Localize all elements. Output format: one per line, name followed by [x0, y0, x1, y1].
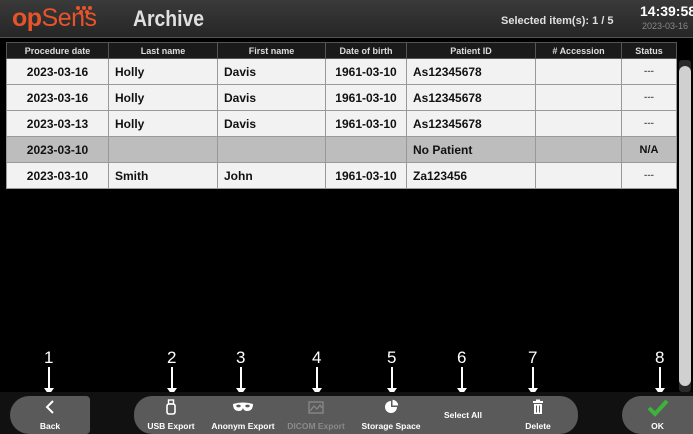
usb-export-button[interactable]: USB Export [134, 396, 208, 434]
page-title: Archive [133, 6, 205, 31]
cell-procedure-date: 2023-03-10 [6, 136, 109, 163]
callout-arrow-1 [44, 367, 54, 395]
cell-accession [535, 58, 622, 85]
cell-date-of-birth: 1961-03-10 [325, 162, 407, 189]
back-button[interactable]: Back [10, 396, 90, 434]
checkmark-icon [622, 399, 693, 422]
cell-procedure-date: 2023-03-10 [6, 162, 109, 189]
callout-arrow-7 [528, 367, 538, 395]
cell-procedure-date: 2023-03-16 [6, 58, 109, 85]
selected-count: Selected item(s): 1 / 5 [501, 15, 614, 27]
usb-icon [134, 399, 208, 420]
dicom-icon [278, 399, 354, 420]
clock-time: 14:39:58 [640, 3, 693, 19]
ok-label: OK [651, 421, 664, 431]
cell-patient-id: No Patient [406, 136, 536, 163]
column-header-accession[interactable]: # Accession [535, 42, 622, 59]
cell-accession [535, 110, 622, 137]
column-header-status[interactable]: Status [621, 42, 677, 59]
scrollbar-thumb[interactable] [679, 66, 691, 386]
dicom-export-button[interactable]: DICOM Export [278, 396, 354, 434]
anonym-export-label: Anonym Export [211, 421, 275, 431]
column-header-procedure-date[interactable]: Procedure date [6, 42, 109, 59]
column-header-last-name[interactable]: Last name [108, 42, 218, 59]
cell-last-name [108, 136, 218, 163]
callout-number-6: 6 [457, 348, 467, 367]
table-header-row: Procedure date Last name First name Date… [6, 42, 677, 59]
callout-number-5: 5 [387, 348, 397, 367]
table-row[interactable]: 2023-03-16 Holly Davis 1961-03-10 As1234… [6, 58, 677, 85]
cell-procedure-date: 2023-03-13 [6, 110, 109, 137]
cell-status: --- [621, 84, 677, 111]
cell-last-name: Holly [108, 110, 218, 137]
column-header-patient-id[interactable]: Patient ID [406, 42, 536, 59]
delete-button[interactable]: Delete [498, 396, 578, 434]
cell-first-name: Davis [217, 110, 326, 137]
callout-arrow-2 [167, 367, 177, 395]
mask-icon [208, 399, 278, 420]
table-row[interactable]: 2023-03-13 Holly Davis 1961-03-10 As1234… [6, 110, 677, 137]
logo-dots-icon [74, 6, 94, 14]
storage-space-label: Storage Space [361, 421, 421, 431]
cell-date-of-birth: 1961-03-10 [325, 84, 407, 111]
cell-accession [535, 136, 622, 163]
cell-date-of-birth: 1961-03-10 [325, 110, 407, 137]
callout-number-7: 7 [528, 348, 538, 367]
callout-number-4: 4 [312, 348, 322, 367]
cell-accession [535, 162, 622, 189]
cell-last-name: Smith [108, 162, 218, 189]
cell-status: N/A [621, 136, 677, 163]
callout-arrow-8 [655, 367, 665, 395]
column-header-first-name[interactable]: First name [217, 42, 326, 59]
table-row[interactable]: 2023-03-16 Holly Davis 1961-03-10 As1234… [6, 84, 677, 111]
select-all-button[interactable]: Select All [428, 396, 498, 434]
cell-status: --- [621, 110, 677, 137]
cell-date-of-birth [325, 136, 407, 163]
clock-date: 2023-03-16 [642, 21, 689, 31]
ok-button[interactable]: OK [622, 396, 693, 434]
callout-number-8: 8 [655, 348, 665, 367]
cell-accession [535, 84, 622, 111]
cell-patient-id: Za123456 [406, 162, 536, 189]
cell-status: --- [621, 162, 677, 189]
trash-icon [498, 399, 578, 420]
dicom-export-label: DICOM Export [287, 421, 345, 431]
callout-number-1: 1 [44, 348, 54, 367]
cell-first-name: Davis [217, 58, 326, 85]
pie-chart-icon [354, 399, 428, 420]
cell-last-name: Holly [108, 84, 218, 111]
cell-procedure-date: 2023-03-16 [6, 84, 109, 111]
header-bar: opSens Archive Selected item(s): 1 / 5 1… [0, 0, 693, 38]
callout-arrow-4 [312, 367, 322, 395]
cell-patient-id: As12345678 [406, 58, 536, 85]
archive-table: Procedure date Last name First name Date… [6, 42, 677, 189]
callout-arrow-5 [387, 367, 397, 395]
column-header-date-of-birth[interactable]: Date of birth [325, 42, 407, 59]
table-row-selected[interactable]: 2023-03-10 No Patient N/A [6, 136, 677, 163]
cell-first-name [217, 136, 326, 163]
callout-arrow-6 [457, 367, 467, 395]
back-label: Back [39, 421, 61, 431]
cell-patient-id: As12345678 [406, 110, 536, 137]
cell-last-name: Holly [108, 58, 218, 85]
cell-status: --- [621, 58, 677, 85]
table-row[interactable]: 2023-03-10 Smith John 1961-03-10 Za12345… [6, 162, 677, 189]
anonym-export-button[interactable]: Anonym Export [208, 396, 278, 434]
cell-first-name: Davis [217, 84, 326, 111]
chevron-left-icon [10, 399, 90, 420]
cell-patient-id: As12345678 [406, 84, 536, 111]
callout-number-2: 2 [167, 348, 177, 367]
usb-export-label: USB Export [147, 421, 195, 431]
select-all-label: Select All [444, 410, 482, 420]
callout-arrow-3 [236, 367, 246, 395]
delete-label: Delete [525, 421, 551, 431]
cell-first-name: John [217, 162, 326, 189]
storage-space-button[interactable]: Storage Space [354, 396, 428, 434]
cell-date-of-birth: 1961-03-10 [325, 58, 407, 85]
callout-number-3: 3 [236, 348, 246, 367]
